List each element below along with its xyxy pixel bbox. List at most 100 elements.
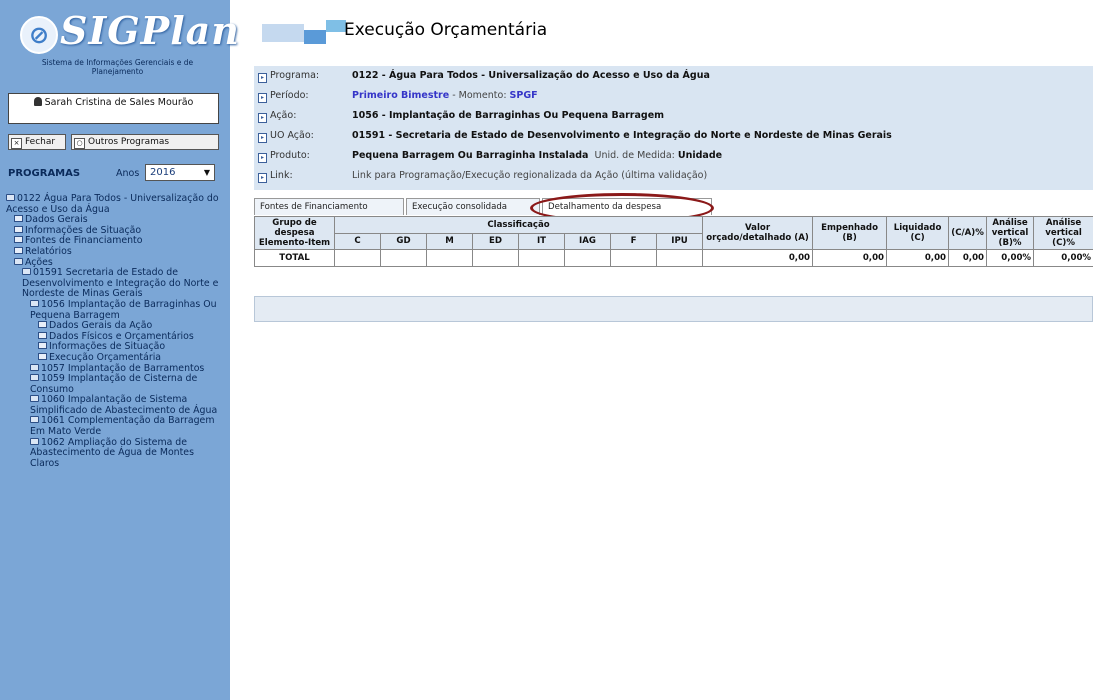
expand-icon[interactable]: ▸ <box>258 113 267 123</box>
expand-icon[interactable]: ▸ <box>258 133 267 143</box>
expense-table: Grupo de despesa Elemento-Item Classific… <box>254 216 1093 267</box>
tree-item-label: Dados Gerais <box>25 214 88 226</box>
total-av-c: 0,00% <box>1033 249 1093 267</box>
table-row-total: TOTAL 0,00 0,00 0,00 0,00 0,00% 0,00% <box>254 249 1093 267</box>
info-panel: ▸ Programa: 0122 - Água Para Todos - Unive… <box>254 66 1093 190</box>
uo-value: 01591 - Secretaria de Estado de Desenvol… <box>352 130 892 141</box>
table-cell <box>380 249 427 267</box>
expand-icon[interactable]: ▸ <box>258 73 267 83</box>
total-label: TOTAL <box>254 249 335 267</box>
document-icon <box>38 342 47 350</box>
year-select[interactable]: 2016 ▼ <box>145 164 215 181</box>
col-f: F <box>610 232 657 250</box>
info-row-programa: ▸ Programa: 0122 - Água Para Todos - Unive… <box>258 67 710 85</box>
other-programs-button[interactable]: ○ Outros Programas <box>71 134 219 150</box>
tree-item-label: 1062 Ampliação do Sistema de Abastecimen… <box>30 436 194 469</box>
col-iag: IAG <box>564 232 611 250</box>
tree-item-label: 1056 Implantação de Barraginhas Ou Peque… <box>30 298 217 321</box>
sidebar: ⊘ SIGPlan Sistema de Informações Gerenci… <box>0 0 239 700</box>
regional-link[interactable]: Link para Programação/Execução regionali… <box>352 170 707 181</box>
folder-icon <box>30 416 39 424</box>
tree-item[interactable]: 0122 Água Para Todos - Universalização d… <box>6 193 226 215</box>
col-analise-vertical-c: Análise vertical (C)% <box>1033 216 1093 250</box>
folder-icon <box>6 194 15 201</box>
sigplan-logo-icon: ⊘ <box>20 16 58 54</box>
tab-fontes-financiamento[interactable]: Fontes de Financiamento <box>254 198 404 215</box>
tree-item[interactable]: 1056 Implantação de Barraginhas Ou Peque… <box>6 298 226 321</box>
expand-icon[interactable]: ▸ <box>258 173 267 183</box>
search-icon: ○ <box>74 138 85 149</box>
total-ca: 0,00 <box>948 249 988 267</box>
page-title: Execução Orçamentária <box>344 20 548 40</box>
folder-icon <box>22 268 31 276</box>
col-it: IT <box>518 232 565 250</box>
header-decoration <box>262 24 304 42</box>
expand-icon[interactable]: ▸ <box>258 93 267 103</box>
col-m: M <box>426 232 473 250</box>
table-cell <box>426 249 473 267</box>
document-icon <box>14 236 23 244</box>
close-icon: × <box>11 138 22 149</box>
tree-item-label: 1057 Implantação de Barramentos <box>41 362 205 374</box>
tree-item[interactable]: 1061 Complementação da Barragem Em Mato … <box>6 416 226 437</box>
col-classificacao: Classificação <box>333 216 704 234</box>
logo-text: SIGPlan <box>60 8 240 53</box>
close-button[interactable]: × Fechar <box>8 134 66 150</box>
tab-execucao-consolidada[interactable]: Execução consolidada <box>406 198 540 215</box>
table-cell <box>655 249 704 267</box>
app-subtitle: Sistema de Informações Gerenciais e de P… <box>41 58 194 76</box>
document-icon <box>38 352 47 360</box>
info-row-produto: ▸ Produto: Pequena Barragem Ou Barraginha … <box>258 147 722 165</box>
tree-item-label: Fontes de Financiamento <box>25 235 143 247</box>
tree-item-label: Ações <box>25 256 53 268</box>
tree-item-label: 0122 Água Para Todos - Universalização d… <box>6 193 219 215</box>
momento-value: SPGF <box>509 90 538 101</box>
header-decoration <box>326 20 346 32</box>
periodo-value: Primeiro Bimestre <box>352 90 450 101</box>
col-empenhado: Empenhado (B) <box>812 216 888 250</box>
user-box: Sarah Cristina de Sales Mourão <box>8 93 219 124</box>
tree-item[interactable]: 1059 Implantação de Cisterna de Consumo <box>6 373 226 395</box>
table-cell <box>472 249 519 267</box>
col-analise-vertical-b: Análise vertical (B)% <box>986 216 1035 250</box>
table-footer <box>254 296 1093 322</box>
tree-item[interactable]: 1062 Ampliação do Sistema de Abastecimen… <box>6 436 226 470</box>
programa-value: 0122 - Água Para Todos - Universalização… <box>352 70 710 81</box>
folder-icon <box>14 257 23 265</box>
total-av-b: 0,00% <box>986 249 1035 267</box>
user-name: Sarah Cristina de Sales Mourão <box>44 97 194 108</box>
folder-icon <box>30 395 39 403</box>
year-value: 2016 <box>150 167 176 178</box>
col-ca: (C/A)% <box>948 216 988 250</box>
produto-label: Produto: <box>270 150 310 161</box>
periodo-label: Período: <box>270 90 309 101</box>
table-cell <box>334 249 381 267</box>
sigplan-logo: ⊘ SIGPlan <box>14 6 239 58</box>
program-tree: 0122 Água Para Todos - Universalização d… <box>6 193 226 470</box>
info-row-link: ▸ Link: Link para Programação/Execução reg… <box>258 167 707 185</box>
col-gd: GD <box>380 232 427 250</box>
col-ipu: IPU <box>655 232 704 250</box>
expand-icon[interactable]: ▸ <box>258 153 267 163</box>
col-ed: ED <box>472 232 519 250</box>
produto-value: Pequena Barragem Ou Barraginha Instalada <box>352 150 589 161</box>
tree-item-label: 1060 Impalantação de Sistema Simplificad… <box>30 394 218 416</box>
chevron-down-icon: ▼ <box>203 168 210 177</box>
programs-heading: PROGRAMAS <box>8 168 81 179</box>
col-valor: Valor orçado/detalhado (A) <box>702 216 814 250</box>
close-button-label: Fechar <box>25 137 56 147</box>
acao-label: Ação: <box>270 110 297 121</box>
tree-item-label: Dados Físicos e Orçamentários <box>49 330 194 342</box>
tree-item[interactable]: 1060 Impalantação de Sistema Simplificad… <box>6 395 226 416</box>
tree-item-label: 01591 Secretaria de Estado de Desenvolvi… <box>22 267 219 300</box>
col-liquidado: Liquidado (C) <box>886 216 950 250</box>
folder-icon <box>30 363 39 371</box>
tree-item[interactable]: 01591 Secretaria de Estado de Desenvolvi… <box>6 267 226 300</box>
table-cell <box>518 249 565 267</box>
programa-label: Programa: <box>270 70 320 81</box>
uo-label: UO Ação: <box>270 130 314 141</box>
folder-icon <box>30 374 39 382</box>
info-row-periodo: ▸ Período: Primeiro Bimestre - Momento: SP… <box>258 87 538 105</box>
info-row-acao: ▸ Ação: 1056 - Implantação de Barraginhas … <box>258 107 664 125</box>
document-icon <box>38 331 47 339</box>
